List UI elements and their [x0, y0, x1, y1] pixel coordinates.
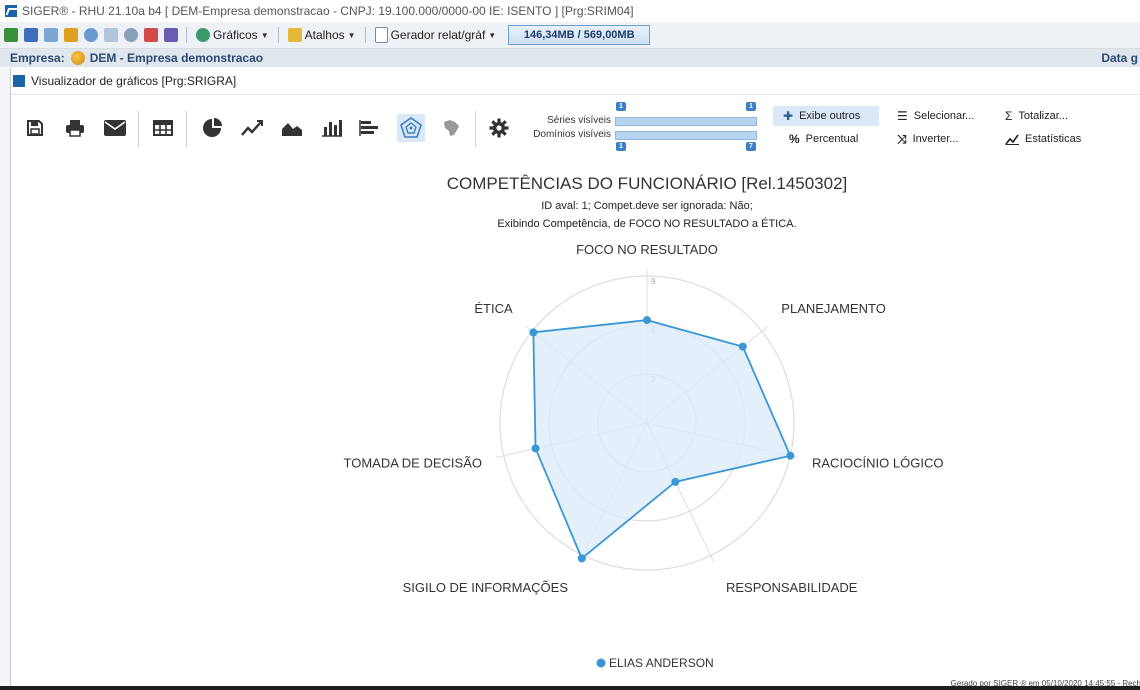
category-label: RACIOCÍNIO LÓGICO [812, 456, 943, 471]
data-point[interactable] [671, 477, 680, 486]
graficos-menu[interactable]: Gráficos ▼ [196, 28, 269, 42]
chevron-down-icon: ▼ [347, 30, 356, 40]
category-label: SIGILO DE INFORMAÇÕES [403, 580, 569, 595]
empresa-bar: Empresa: DEM - Empresa demonstracao Data… [0, 49, 1140, 67]
category-label: PLANEJAMENTO [781, 301, 886, 316]
legend-marker [596, 658, 606, 668]
calculator-icon[interactable] [24, 28, 38, 42]
toolbar-separator [277, 27, 279, 43]
chevron-down-icon: ▼ [488, 30, 497, 40]
series-area [532, 319, 792, 560]
taskbar-edge [0, 686, 1140, 690]
legend-label: ELIAS ANDERSON [609, 656, 714, 670]
chart-pie-icon [196, 28, 210, 42]
app-icon [5, 5, 17, 17]
company-icon [70, 51, 85, 65]
data-point[interactable] [531, 444, 540, 453]
modules-icon[interactable] [64, 28, 78, 42]
toolbar-separator [186, 27, 187, 43]
category-label: RESPONSABILIDADE [726, 580, 858, 595]
graficos-label: Gráficos [213, 28, 258, 42]
atalhos-menu[interactable]: Atalhos ▼ [287, 28, 356, 42]
chart-subtitle-2: Exibindo Competência, de FOCO NO RESULTA… [497, 217, 796, 230]
category-label: ÉTICA [474, 301, 513, 316]
empresa-label: Empresa: [10, 51, 65, 65]
chevron-down-icon: ▼ [260, 30, 269, 40]
shortcut-icon [287, 28, 302, 42]
data-point[interactable] [643, 316, 651, 325]
gerador-label: Gerador relat/gráf [390, 28, 486, 42]
data-point[interactable] [738, 342, 747, 351]
window-titlebar: SIGER® - RHU 21.10a b4 [ DEM-Empresa dem… [0, 0, 1140, 22]
memory-indicator: 146,34MB / 569,00MB [508, 25, 651, 45]
report-icon [374, 27, 388, 43]
radial-tick-label: 9 [651, 277, 656, 286]
radar-series [529, 316, 795, 563]
data-point[interactable] [577, 554, 586, 563]
help-icon[interactable] [164, 28, 178, 42]
legend[interactable]: ELIAS ANDERSON [596, 656, 714, 670]
users-icon[interactable] [144, 28, 158, 42]
data-point[interactable] [786, 451, 795, 460]
exit-icon[interactable] [4, 28, 18, 42]
category-label: FOCO NO RESULTADO [576, 242, 718, 257]
chart-subtitle: ID aval: 1; Compet.deve ser ignorada: Nã… [541, 200, 753, 212]
window-title: SIGER® - RHU 21.10a b4 [ DEM-Empresa dem… [22, 4, 634, 18]
data-point[interactable] [529, 328, 538, 337]
chart-viewer-window: Visualizador de gráficos [Prg:SRIGRA] Sé… [10, 68, 1140, 690]
network-icon[interactable] [44, 28, 58, 42]
category-label: TOMADA DE DECISÃO [344, 456, 482, 471]
mail-icon[interactable] [104, 28, 118, 42]
settings-icon[interactable] [84, 28, 98, 42]
gerador-menu[interactable]: Gerador relat/gráf ▼ [374, 27, 497, 43]
toolbar-separator [364, 27, 366, 43]
empresa-name: DEM - Empresa demonstracao [89, 51, 264, 65]
date-label: Data g [1101, 51, 1138, 65]
left-panel-edge [0, 68, 10, 686]
chart-title: COMPETÊNCIAS DO FUNCIONÁRIO [Rel.1450302… [447, 174, 848, 193]
radar-chart: COMPETÊNCIAS DO FUNCIONÁRIO [Rel.1450302… [344, 174, 944, 670]
app-toolbar: Gráficos ▼ Atalhos ▼ Gerador relat/gráf … [0, 22, 1140, 49]
chat-icon[interactable] [124, 28, 138, 42]
atalhos-label: Atalhos [304, 28, 345, 42]
